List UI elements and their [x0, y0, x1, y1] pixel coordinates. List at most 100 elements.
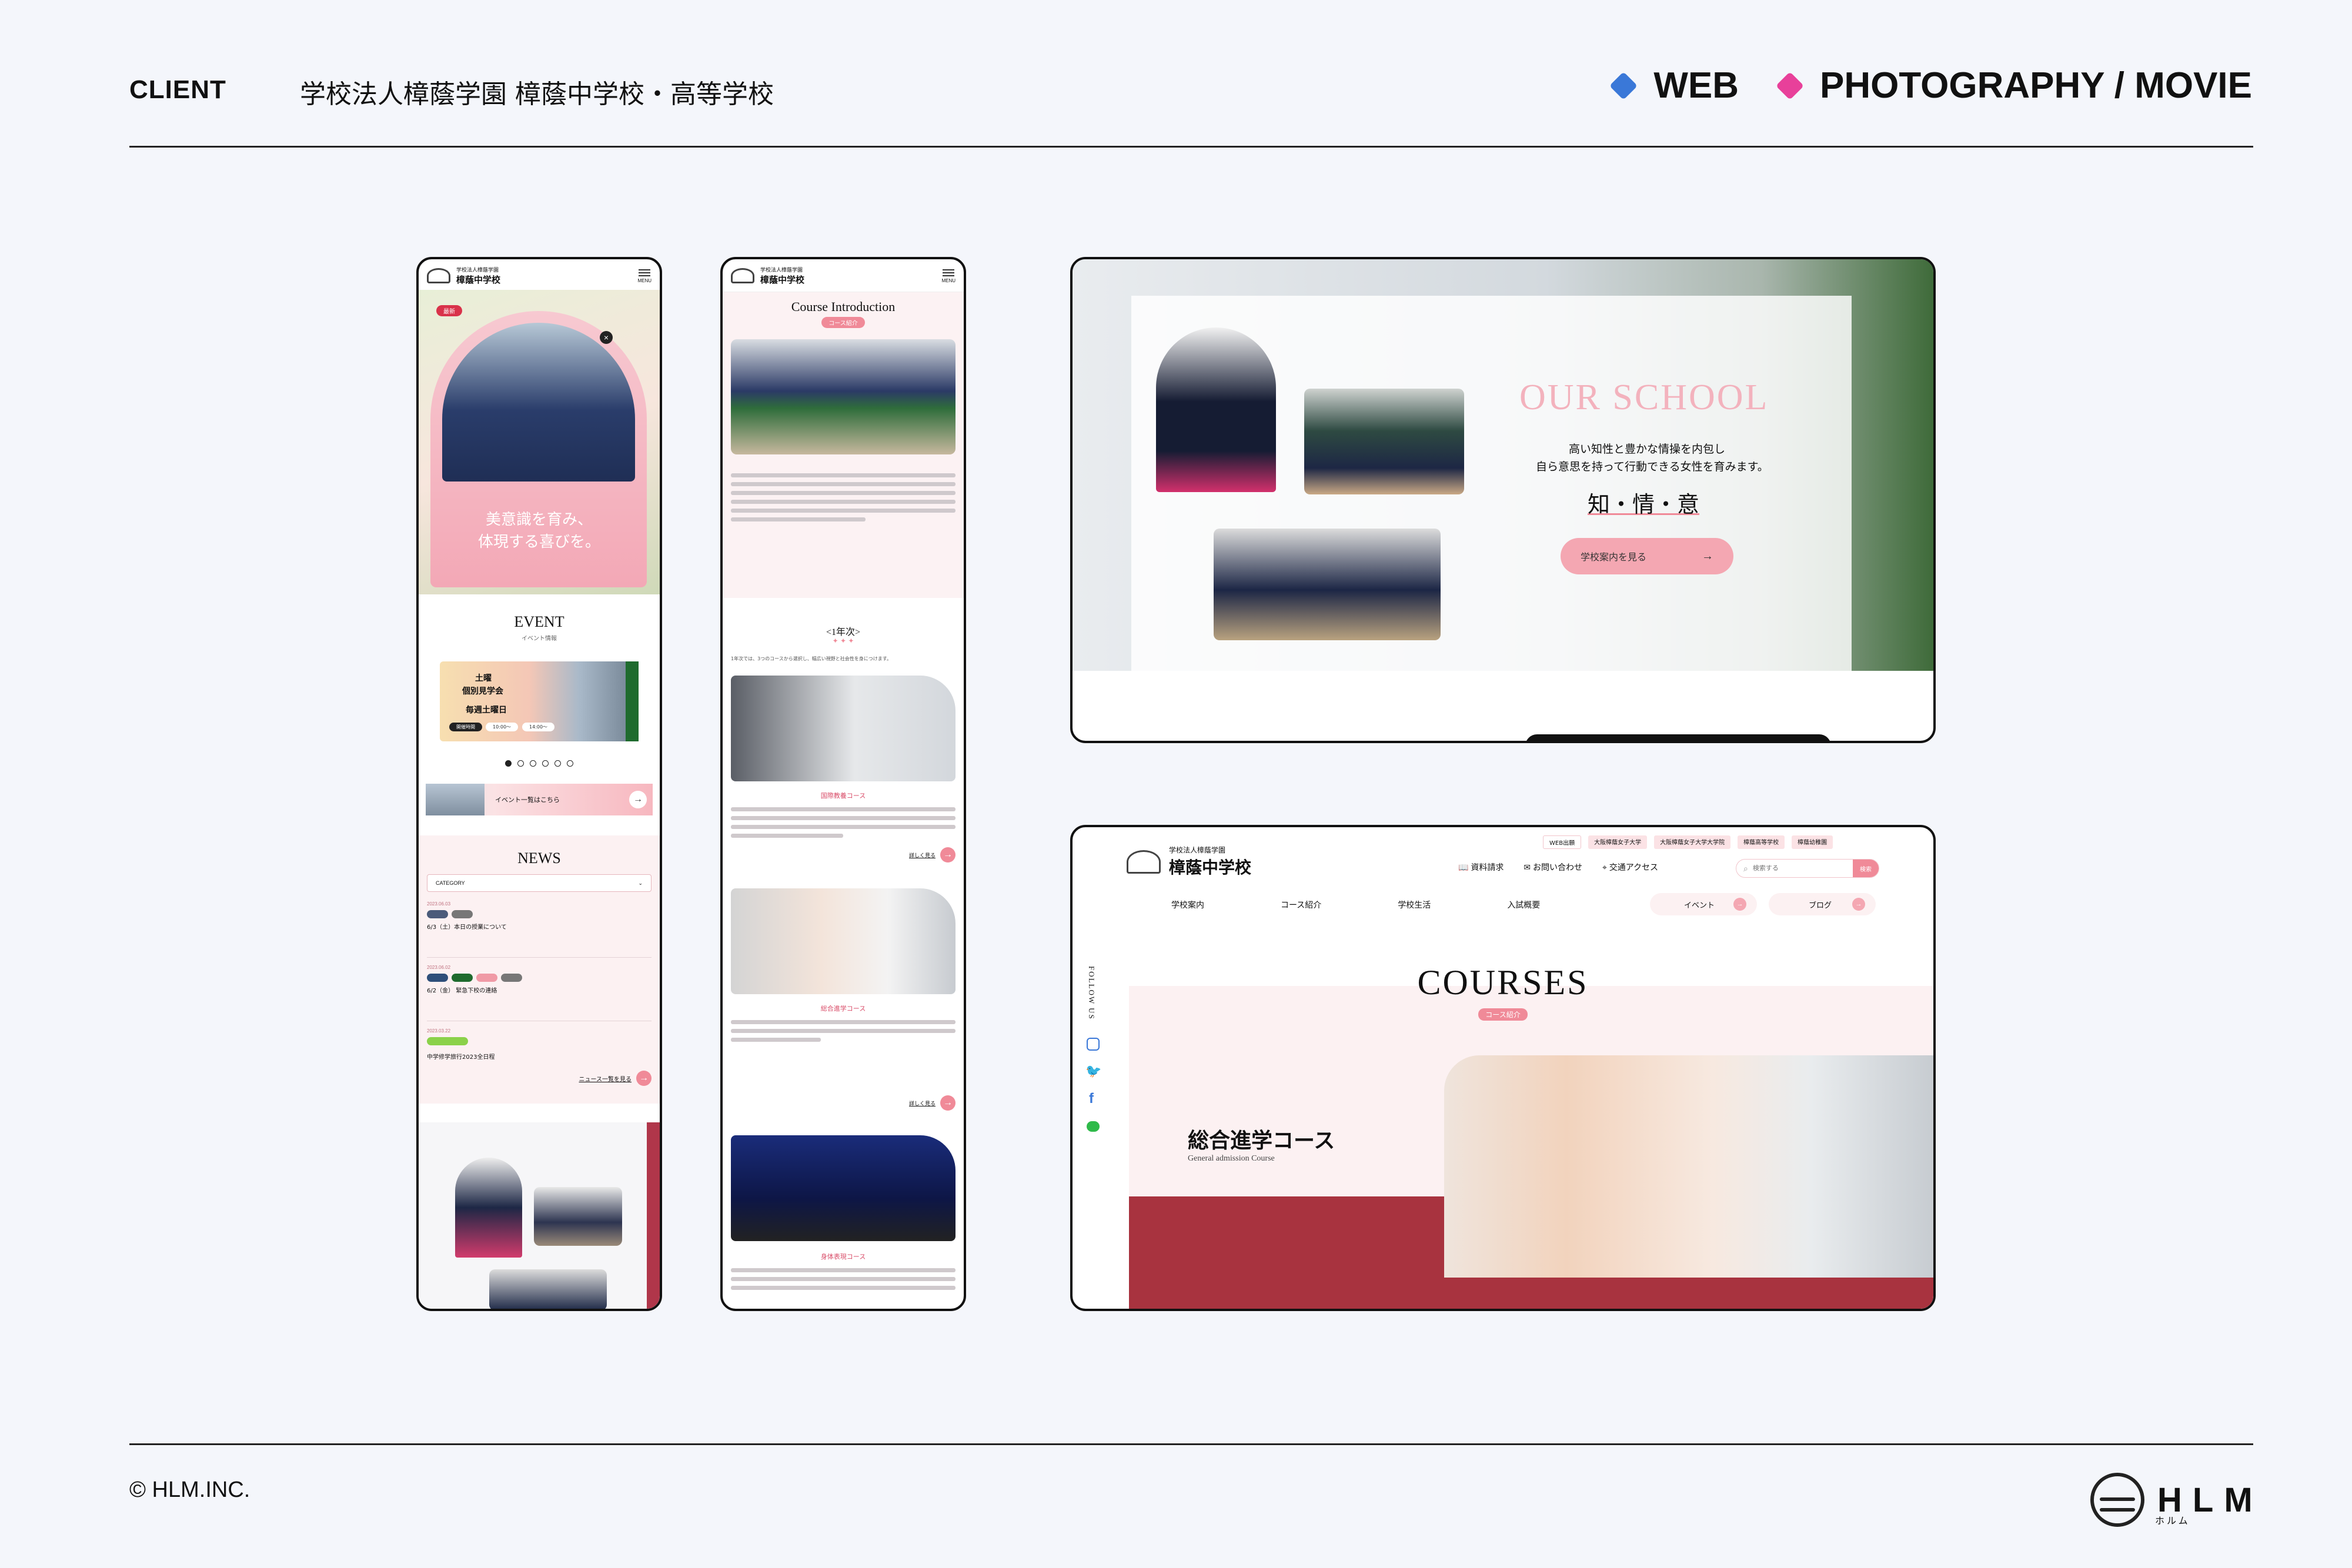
course-text-international [731, 803, 956, 842]
top-link[interactable]: 樟蔭幼稚園 [1792, 835, 1833, 849]
photo-dot-icon [1776, 71, 1805, 100]
utility-access[interactable]: ⌖ 交通アクセス [1602, 861, 1658, 873]
search-button[interactable]: 検索 [1853, 860, 1879, 877]
more-link[interactable]: 詳しく見る → [909, 1095, 956, 1111]
news-item[interactable]: 2023.06.03 6/3（土）本日の授業について [427, 901, 652, 958]
search-icon: ⌕ [1743, 863, 1748, 873]
twitter-icon[interactable]: 🐦 [1085, 1064, 1101, 1079]
nav-event[interactable]: イベント → [1650, 893, 1757, 915]
menu-button[interactable]: MENU [941, 268, 956, 284]
nav-item[interactable]: 入試概要 [1507, 899, 1540, 911]
news-list-link[interactable]: ニュース一覧を見る → [579, 1071, 652, 1086]
utility-brochure[interactable]: 📖 資料請求 [1458, 861, 1504, 873]
facebook-icon[interactable]: f [1089, 1091, 1094, 1107]
event-list-link[interactable]: イベント一覧はこちら → [426, 784, 653, 815]
search-input[interactable] [1752, 865, 1829, 872]
phone-mockup-home: 学校法人樟蔭学園 樟蔭中学校 MENU 最新 × 美意識を育み、 体現する喜びを… [416, 257, 662, 1311]
arrow-right-icon: → [1702, 549, 1713, 563]
tag-web: WEB [1609, 65, 1739, 106]
classroom-students-photo [1214, 529, 1441, 640]
students-smiling-photo [1444, 1055, 1933, 1278]
news-date: 2023.03.22 [427, 1028, 451, 1034]
students-photo [455, 1158, 522, 1258]
news-title: NEWS [517, 850, 561, 867]
tag-photography-label: PHOTOGRAPHY / MOVIE [1820, 65, 2252, 106]
line-icon[interactable] [1087, 1121, 1100, 1132]
top-link[interactable]: 樟蔭高等学校 [1738, 835, 1785, 849]
arrow-right-icon: → [940, 847, 956, 862]
course-photo-general [731, 888, 956, 994]
news-title-text: 中学修学旅行2023全日程 [427, 1054, 495, 1061]
hlm-phoenix-icon [2090, 1473, 2144, 1527]
arrow-right-icon: → [629, 791, 647, 808]
deco-bar [647, 1122, 660, 1309]
category-select[interactable]: CATEGORY ⌄ [427, 874, 652, 892]
top-link[interactable]: 大阪樟蔭女子大学大学院 [1654, 835, 1731, 849]
footer-rule [129, 1443, 2253, 1445]
news-section: NEWS CATEGORY ⌄ 2023.06.03 6/3（土）本日の授業につ… [419, 835, 660, 1104]
our-school-heading: OUR SCHOOL [1519, 377, 1769, 417]
main-nav: 学校案内 コース紹介 学校生活 入試概要 [1171, 899, 1540, 911]
top-links: WEB出願 大阪樟蔭女子大学 大阪樟蔭女子大学大学院 樟蔭高等学校 樟蔭幼稚園 [1543, 835, 1833, 849]
course-text-general [731, 1015, 956, 1047]
news-item[interactable]: 2023.03.22 中学修学旅行2023全日程 [427, 1028, 652, 1069]
hlm-logo-sub: ホルム [2155, 1515, 2190, 1526]
more-link-label: 詳しく見る [908, 852, 936, 859]
event-link-label: イベント一覧はこちら [495, 796, 560, 804]
top-link[interactable]: 大阪樟蔭女子大学 [1588, 835, 1648, 849]
arrow-right-icon: → [940, 1095, 956, 1111]
course-subtitle: General admission Course [1188, 1154, 1275, 1163]
web-dot-icon [1609, 71, 1638, 100]
classroom-photo [534, 1187, 622, 1246]
hero-copy-2: 体現する喜びを。 [477, 533, 600, 550]
course-intro-title: Course Introduction [791, 299, 896, 314]
event-card-label-2: 個別見学会 [462, 687, 503, 696]
event-card-label-1: 土曜 [475, 674, 492, 683]
dark-strip [1525, 734, 1831, 741]
nav-item[interactable]: 学校案内 [1171, 899, 1204, 911]
school-group-name: 学校法人樟蔭学園 [1169, 846, 1226, 854]
close-icon[interactable]: × [600, 331, 613, 344]
school-name: 樟蔭中学校 [760, 274, 805, 285]
top-link[interactable]: WEB出願 [1543, 835, 1582, 849]
hamburger-icon [943, 269, 955, 270]
news-item[interactable]: 2023.06.02 6/2（金） 緊急下校の連絡 [427, 965, 652, 1021]
course-name-general: 総合進学コース [820, 1005, 866, 1012]
news-date: 2023.06.02 [427, 965, 451, 970]
event-time-label: 開催時間 [449, 723, 482, 731]
nav-item[interactable]: 学校生活 [1398, 899, 1431, 911]
client-name: 学校法人樟蔭学園 樟蔭中学校・高等学校 [300, 79, 774, 109]
tag-photography: PHOTOGRAPHY / MOVIE [1776, 65, 2252, 106]
category-label: CATEGORY [436, 880, 465, 886]
phone-header: 学校法人樟蔭学園 樟蔭中学校 MENU [723, 259, 964, 292]
hero-new-badge: 最新 [436, 305, 462, 316]
course-name-international: 国際教養コース [820, 792, 866, 800]
nav-item[interactable]: コース紹介 [1281, 899, 1321, 911]
event-link-photo [426, 784, 485, 815]
more-link[interactable]: 詳しく見る → [909, 847, 956, 862]
carousel-dots[interactable] [419, 760, 660, 767]
classroom-photo [731, 339, 956, 454]
class-photo [489, 1269, 607, 1309]
school-guide-button[interactable]: 学校案内を見る → [1561, 538, 1733, 574]
news-date: 2023.06.03 [427, 901, 451, 907]
arrow-right-icon: → [1852, 898, 1865, 911]
instagram-icon[interactable] [1087, 1038, 1100, 1051]
school-emblem-icon [427, 268, 450, 283]
event-card[interactable]: 土曜 個別見学会 毎週土曜日 開催時間 10:00〜 14:00〜 [440, 661, 639, 741]
copyright: © HLM.INC. [129, 1477, 250, 1502]
intro-text [731, 469, 956, 526]
desktop-logo[interactable]: 学校法人樟蔭学園 樟蔭中学校 [1127, 845, 1251, 878]
utility-contact[interactable]: ✉ お問い合わせ [1524, 861, 1582, 873]
school-name: 樟蔭中学校 [456, 274, 501, 285]
courses-heading: COURSES [1417, 963, 1589, 1002]
news-title-text: 6/2（金） 緊急下校の連絡 [427, 988, 497, 994]
course-photo-dance [731, 1135, 956, 1241]
star-deco: ✦ ✦ ✦ [832, 637, 854, 645]
classroom-teacher-photo [1304, 389, 1464, 494]
menu-button[interactable]: MENU [637, 268, 652, 284]
course-text-dance [731, 1263, 956, 1295]
courses-badge: コース紹介 [1478, 1008, 1528, 1021]
school-name: 樟蔭中学校 [1169, 858, 1252, 877]
nav-blog[interactable]: ブログ → [1769, 893, 1876, 915]
